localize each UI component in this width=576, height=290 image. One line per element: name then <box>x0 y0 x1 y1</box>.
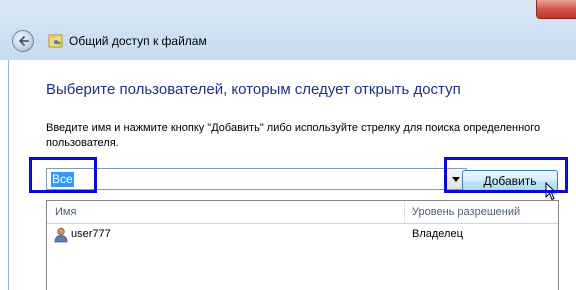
highlight-box-add-button <box>444 157 568 193</box>
column-divider[interactable] <box>404 201 405 223</box>
column-header-permission[interactable]: Уровень разрешений <box>412 206 520 218</box>
back-arrow-icon <box>19 36 29 46</box>
window-title: Общий доступ к файлам <box>69 34 207 48</box>
highlight-box-input <box>29 157 97 193</box>
instruction-line-2: пользователя. <box>46 137 119 149</box>
user-name-combobox[interactable]: Все <box>46 168 467 190</box>
instruction-text: Введите имя и нажмите кнопку "Добавить" … <box>46 121 571 151</box>
row-user-name: user777 <box>71 228 111 240</box>
file-sharing-icon <box>48 34 63 48</box>
back-button[interactable] <box>12 30 34 52</box>
title-bar: Общий доступ к файлам <box>0 0 576 60</box>
list-header: Имя Уровень разрешений <box>47 201 558 224</box>
column-header-name[interactable]: Имя <box>55 206 76 218</box>
row-permission-level[interactable]: Владелец <box>412 228 463 240</box>
list-item[interactable]: user777 Владелец <box>47 225 558 245</box>
instruction-line-1: Введите имя и нажмите кнопку "Добавить" … <box>46 122 541 134</box>
permissions-list[interactable]: Имя Уровень разрешений user777 Владелец <box>46 200 559 290</box>
page-heading: Выберите пользователей, которым следует … <box>46 81 461 98</box>
user-icon <box>54 227 68 243</box>
close-button[interactable] <box>536 0 576 19</box>
